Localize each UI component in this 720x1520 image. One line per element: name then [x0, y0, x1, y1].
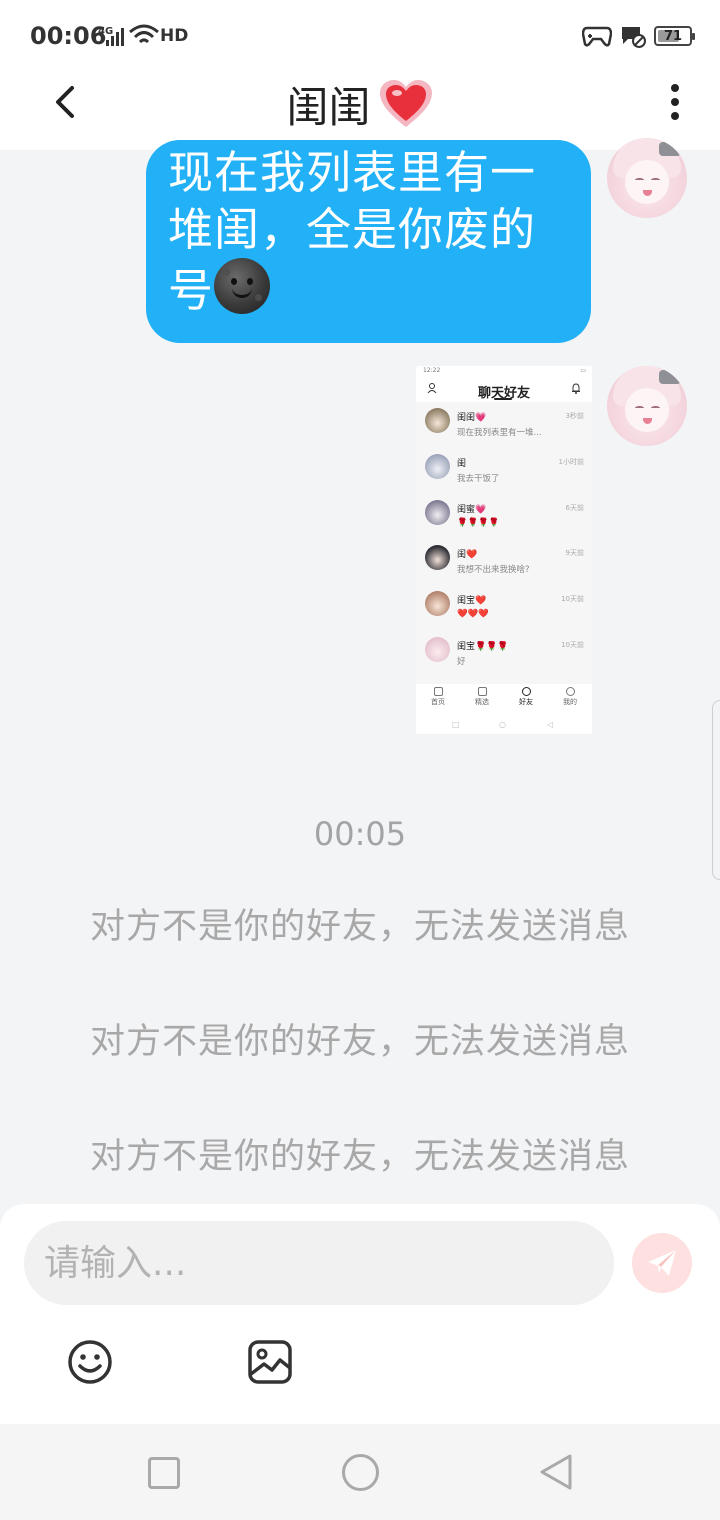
chat-title: 闺闺	[286, 83, 371, 132]
circle-icon: ○	[499, 720, 506, 729]
battery-level: 71	[663, 28, 683, 44]
tab-label: 精选	[475, 698, 489, 706]
gamepad-icon	[582, 26, 612, 47]
contact-avatar	[425, 408, 450, 433]
screenshot-status-bar: 12:22 ▭	[416, 366, 592, 376]
back-triangle-icon[interactable]	[538, 1453, 574, 1491]
contact-time: 10天前	[561, 595, 584, 604]
message-timestamp: 00:05	[313, 815, 407, 853]
screenshot-title-underline	[494, 398, 512, 400]
emoji-icon[interactable]	[66, 1338, 114, 1386]
my-avatar[interactable]	[607, 138, 687, 218]
contact-item: 闺宝🌹🌹🌹 好 10天前	[416, 631, 592, 677]
contact-item: 闺蜜💗 🌹🌹🌹🌹 6天前	[416, 494, 592, 540]
contact-item: 闺宝❤️ ❤️❤️❤️ 10天前	[416, 585, 592, 631]
message-content: 现在我列表里有一堆闺，全是你废的号	[168, 144, 571, 319]
contact-name: 闺	[457, 458, 467, 469]
input-panel	[0, 1204, 720, 1424]
contact-last-message: 现在我列表里有一堆...	[457, 428, 542, 438]
send-button[interactable]	[632, 1233, 692, 1293]
recent-apps-button[interactable]	[148, 1457, 180, 1489]
chat-header: 闺闺	[0, 72, 720, 150]
bell-icon	[572, 383, 580, 394]
contact-last-message: 我想不出来我换啥?	[457, 565, 530, 576]
screenshot-contact-list: 闺闺💗 现在我列表里有一堆... 3秒前 闺 我去干饭了 1小时前 闺蜜💗 🌹🌹…	[416, 402, 592, 677]
plus-square-icon	[477, 687, 487, 696]
my-avatar[interactable]	[607, 366, 687, 446]
contact-name: 闺宝🌹🌹🌹	[457, 641, 509, 652]
contact-avatar	[425, 453, 450, 479]
contact-item: 闺 我去干饭了 1小时前	[416, 448, 592, 494]
contact-last-message: 好	[457, 656, 466, 667]
contact-avatar	[425, 591, 450, 617]
tab-label: 我的	[563, 698, 577, 706]
ghost-icon	[521, 687, 531, 696]
tab-label: 好友	[519, 698, 533, 706]
home-button[interactable]	[342, 1454, 379, 1491]
image-icon[interactable]	[246, 1338, 294, 1386]
screenshot-time: 12:22	[423, 367, 441, 374]
message-input[interactable]	[24, 1221, 614, 1305]
paper-plane-icon	[648, 1250, 676, 1276]
signal-icon	[106, 28, 124, 46]
status-time: 00:06	[30, 22, 107, 50]
contact-name: 闺宝❤️	[457, 596, 487, 607]
contact-time: 10天前	[561, 640, 584, 649]
screenshot-battery-icon: ▭	[580, 367, 586, 374]
contact-name: 闺蜜💗	[457, 504, 487, 515]
contact-time: 3秒前	[565, 412, 584, 420]
square-icon: □	[452, 720, 460, 729]
status-bar: 00:06 4G HD 71	[0, 0, 720, 72]
contact-time: 6天前	[565, 503, 584, 512]
contact-last-message: 我去干饭了	[457, 473, 500, 484]
contact-avatar	[425, 545, 450, 571]
screenshot-nav-bar: □ ○ ◁	[416, 716, 592, 734]
contact-time: 9天前	[565, 549, 584, 558]
more-options-icon[interactable]	[660, 82, 690, 122]
chat-title-wrap: 闺闺	[0, 74, 720, 135]
screenshot-header: 聊天好友	[416, 376, 592, 402]
system-notice: 对方不是你的好友，无法发送消息	[89, 907, 630, 947]
screenshot-tab-featured: 精选	[460, 684, 504, 716]
contact-item: 闺闺💗 现在我列表里有一堆... 3秒前	[416, 402, 592, 448]
contact-avatar	[425, 636, 450, 662]
tab-label: 首页	[431, 698, 445, 706]
contact-last-message: 🌹🌹🌹🌹	[457, 517, 500, 528]
smile-icon	[565, 687, 575, 696]
screenshot-tab-friends: 好友	[504, 684, 548, 716]
triangle-back-icon: ◁	[547, 720, 554, 729]
hd-indicator: HD	[160, 26, 189, 46]
system-navigation-bar	[0, 1424, 720, 1520]
contact-name: 闺闺💗	[457, 413, 487, 423]
wifi-icon	[129, 24, 159, 44]
message-muted-icon	[622, 27, 646, 48]
system-notice: 对方不是你的好友，无法发送消息	[89, 1022, 630, 1062]
screenshot-tab-me: 我的	[548, 684, 592, 716]
contact-item: 闺❤️ 我想不出来我换啥? 9天前	[416, 539, 592, 585]
home-icon	[433, 687, 443, 696]
system-notice: 对方不是你的好友，无法发送消息	[89, 1137, 630, 1177]
battery-indicator: 71	[654, 26, 695, 46]
contact-last-message: ❤️❤️❤️	[457, 609, 489, 620]
screenshot-tab-home: 首页	[416, 684, 460, 716]
contact-time: 1小时前	[558, 457, 584, 466]
new-moon-face-icon	[214, 258, 271, 314]
screenshot-tab-bar: 首页 精选 好友 我的	[416, 684, 592, 716]
sent-image-screenshot[interactable]: 12:22 ▭ 聊天好友 闺闺💗 现在我列表里有一堆... 3秒前 闺 我去干饭…	[416, 366, 592, 734]
contact-name: 闺❤️	[457, 550, 478, 561]
sparkling-heart-icon	[379, 79, 432, 127]
sent-message-bubble[interactable]: 现在我列表里有一堆闺，全是你废的号	[146, 140, 591, 343]
edge-panel-handle[interactable]	[712, 700, 720, 880]
contact-avatar	[425, 499, 450, 525]
